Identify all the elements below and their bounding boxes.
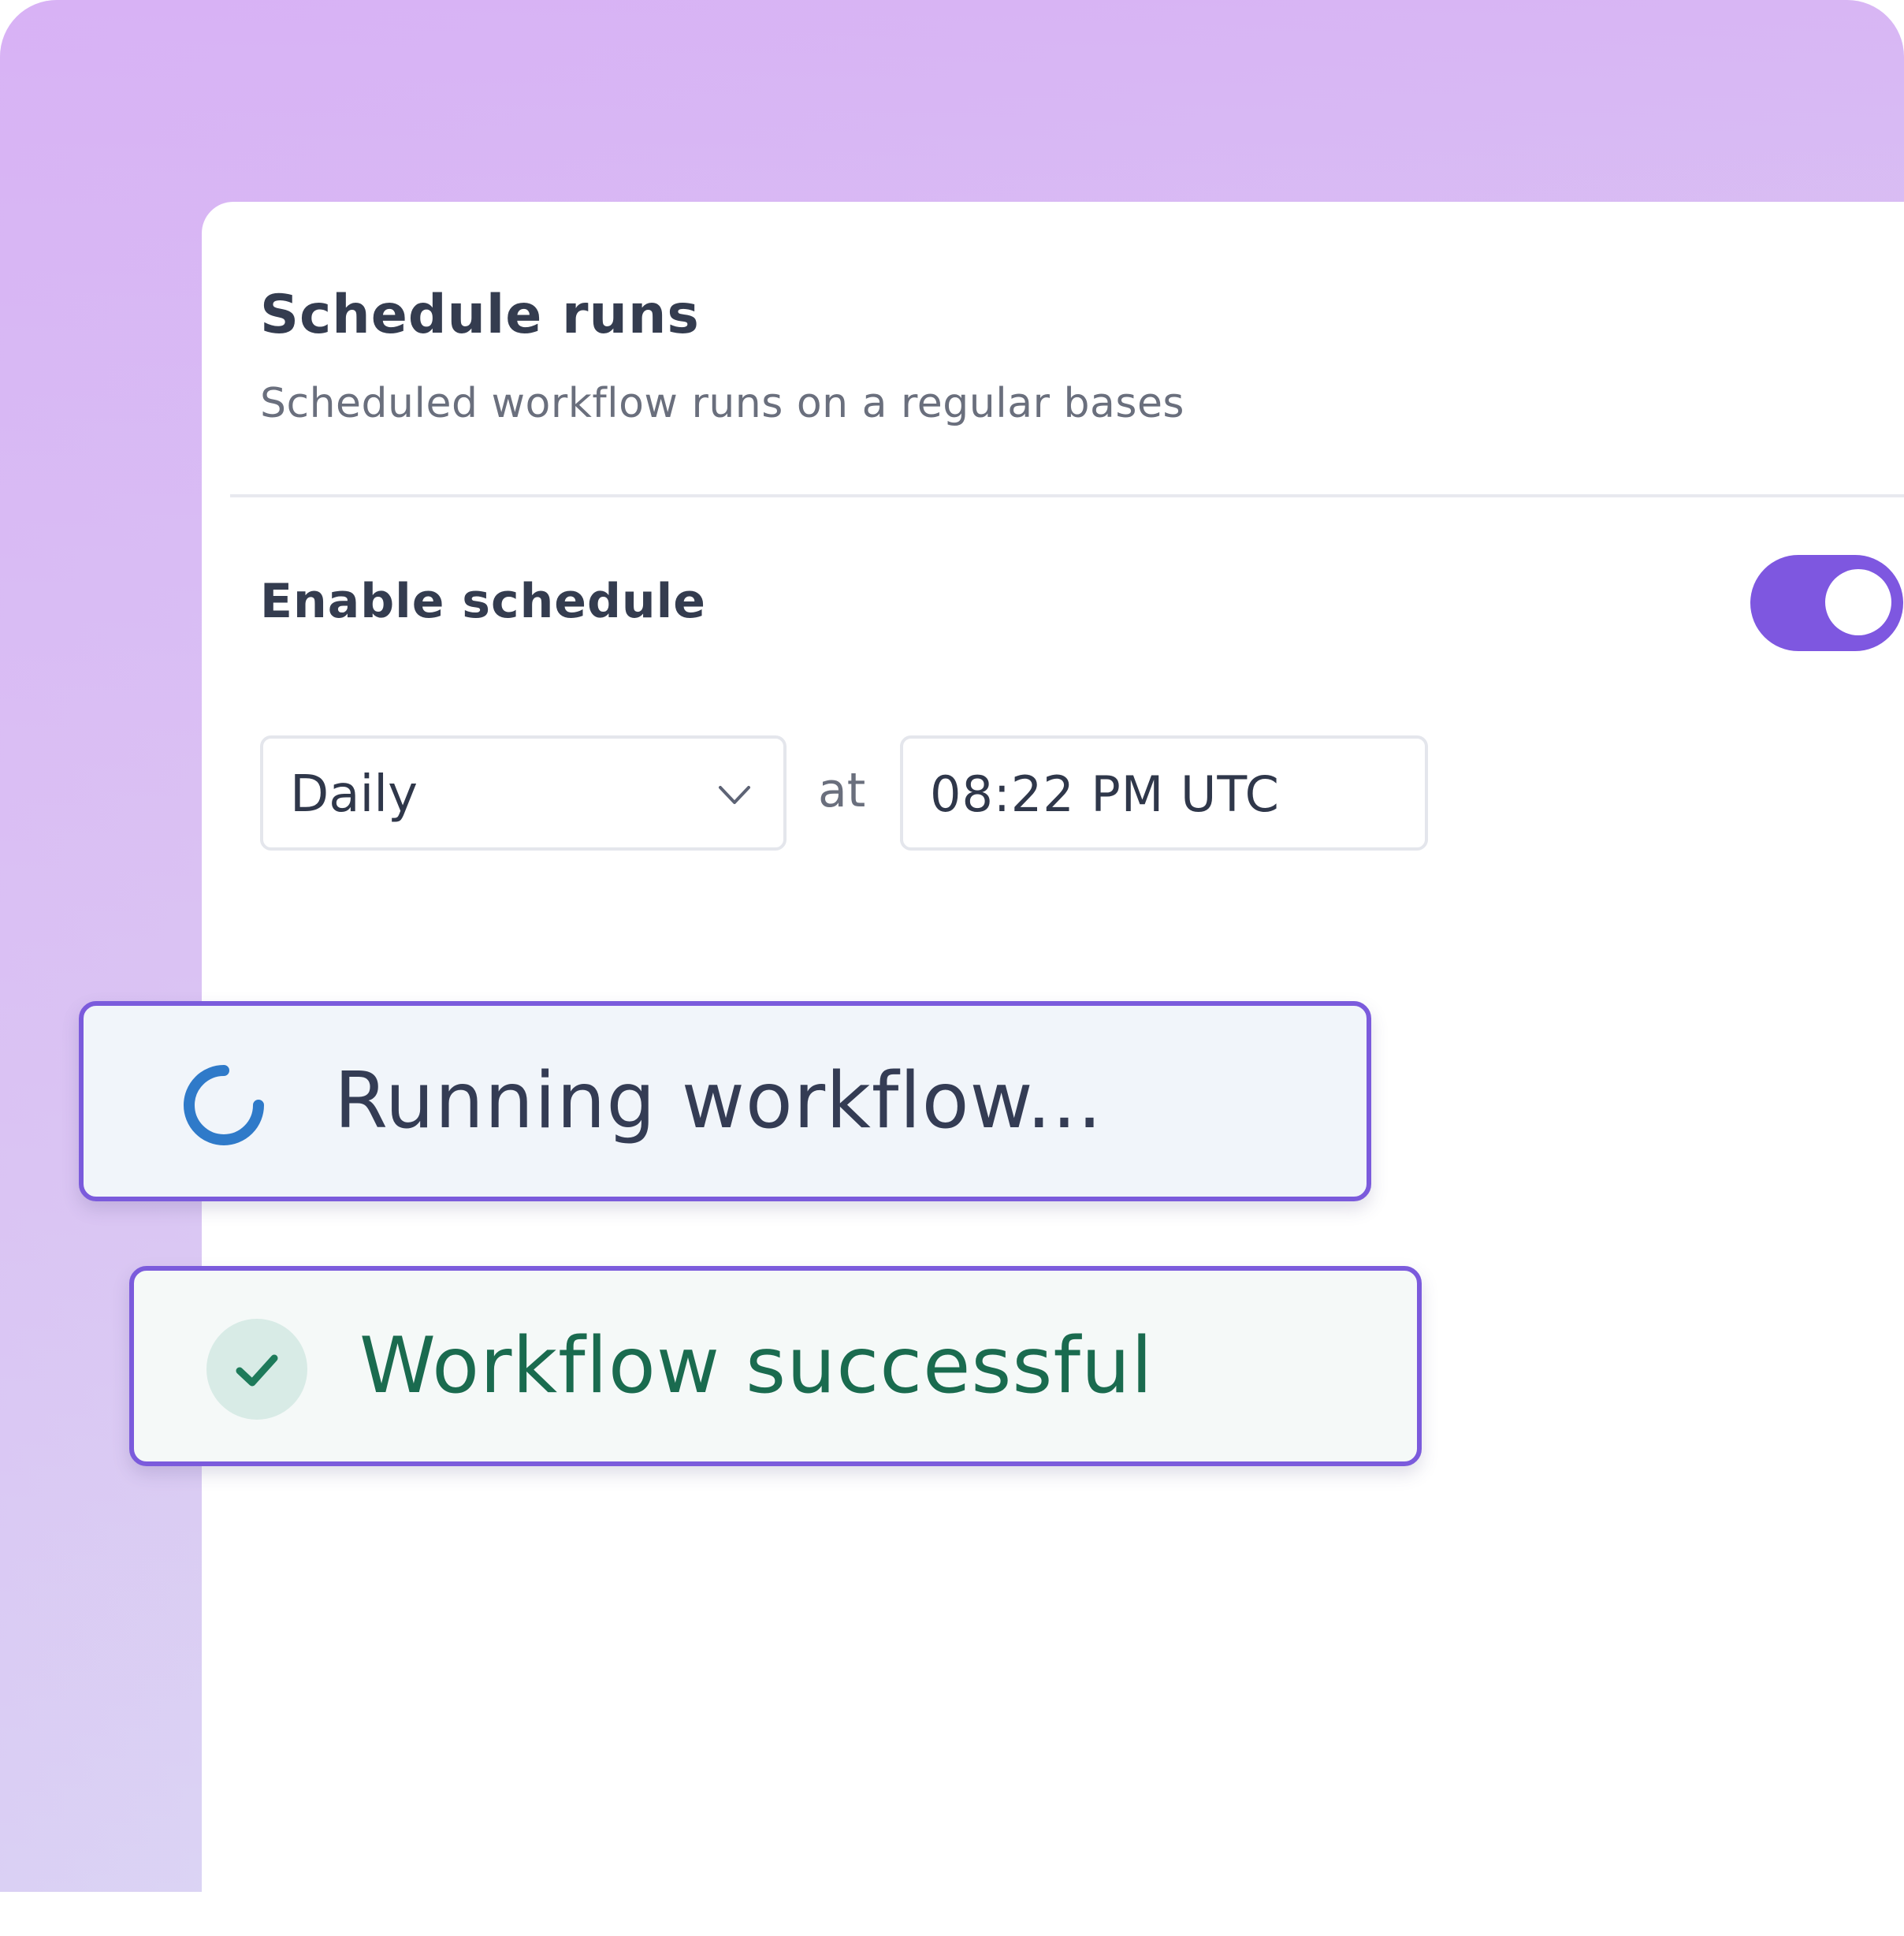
workflow-successful-text: Workflow successful [359, 1321, 1154, 1411]
check-circle [206, 1319, 307, 1420]
enable-schedule-toggle[interactable] [1750, 555, 1903, 651]
page-title: Schedule runs [260, 284, 700, 346]
frequency-select[interactable]: Daily [260, 735, 787, 851]
divider [230, 494, 1904, 497]
check-icon [236, 1354, 278, 1387]
enable-schedule-label: Enable schedule [260, 574, 706, 629]
at-label: at [818, 763, 866, 818]
toggle-knob [1825, 569, 1891, 635]
running-workflow-text: Running workflow... [334, 1056, 1103, 1146]
frequency-select-value: Daily [290, 765, 418, 824]
time-input-value: 08:22 PM UTC [930, 765, 1280, 823]
page-subtitle: Scheduled workflow runs on a regular bas… [260, 380, 1185, 427]
running-workflow-toast: Running workflow... [79, 1001, 1371, 1201]
time-input[interactable]: 08:22 PM UTC [900, 735, 1428, 851]
spinner-icon [184, 1065, 264, 1145]
workflow-successful-toast: Workflow successful [129, 1266, 1422, 1466]
chevron-down-icon [719, 786, 750, 804]
